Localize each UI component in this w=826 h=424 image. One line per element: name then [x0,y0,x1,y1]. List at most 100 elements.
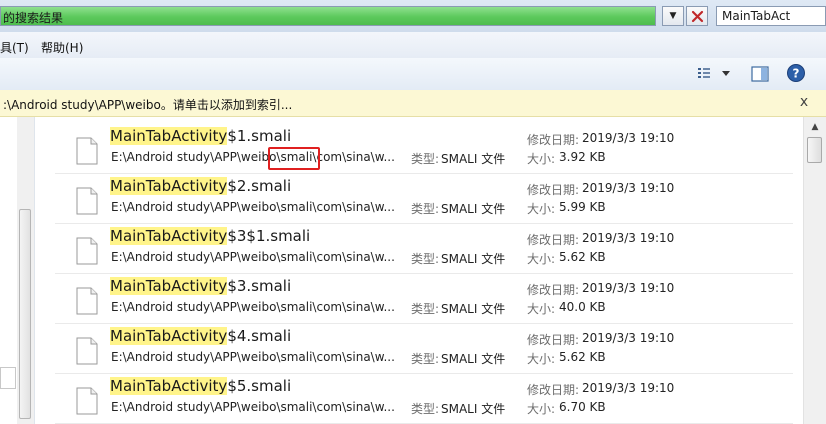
file-type: SMALI 文件 [441,252,506,266]
menu-help[interactable]: 帮助(H) [41,39,83,56]
svg-text:?: ? [793,67,800,81]
file-name-suffix: $3.smali [227,277,292,295]
file-name-suffix: $4.smali [227,327,292,345]
navigation-scroll-thumb[interactable] [19,209,31,419]
blank-file-icon [76,387,98,415]
file-type-label: 类型: [411,152,440,166]
toolbar: ? [0,58,826,91]
modified-date-label: 修改日期: [527,233,580,247]
chevron-down-icon: ▼ [669,11,677,21]
file-type: SMALI 文件 [441,302,506,316]
file-name[interactable]: MainTabActivity$2.smali [110,177,291,195]
file-type: SMALI 文件 [441,352,506,366]
file-name-match: MainTabActivity [110,327,228,345]
blank-file-icon [76,287,98,315]
file-size-label: 大小: [527,352,556,366]
result-row[interactable]: MainTabActivity$3$1.smali E:\Android stud… [55,224,793,274]
navigation-pane [0,117,35,424]
file-name-match: MainTabActivity [110,127,228,145]
search-input-value: MainTabAct [722,9,791,23]
file-name-match: MainTabActivity [110,227,228,245]
file-type: SMALI 文件 [441,402,506,416]
file-type-label: 类型: [411,302,440,316]
result-row[interactable]: MainTabActivity$2.smali E:\Android study\… [55,174,793,224]
navigation-scrollbar[interactable] [17,117,34,424]
blank-file-icon [76,137,98,165]
file-name-suffix: $3$1.smali [227,227,311,245]
result-row[interactable]: MainTabActivity$4.smali E:\Android study\… [55,324,793,374]
annotation-highlight-box [268,147,320,170]
scroll-up-icon[interactable]: ▲ [808,121,822,133]
file-name-suffix: $2.smali [227,177,292,195]
preview-pane-icon [751,66,769,82]
menu-tools[interactable]: 具(T) [0,39,29,56]
address-dropdown-button[interactable]: ▼ [662,6,684,26]
file-name-suffix: $1.smali [227,127,292,145]
result-row[interactable]: MainTabActivity$1.smali E:\Android study\… [55,124,793,174]
search-results-list: MainTabActivity$1.smali E:\Android study\… [35,117,803,424]
file-name-match: MainTabActivity [110,177,228,195]
blank-file-icon [76,337,98,365]
file-path: E:\Android study\APP\weibo\smali\com\sin… [111,250,395,264]
file-size: 5.62 KB [559,350,606,364]
file-name[interactable]: MainTabActivity$5.smali [110,377,291,395]
file-name-suffix: $5.smali [227,377,292,395]
file-size-label: 大小: [527,402,556,416]
file-size-label: 大小: [527,202,556,216]
modified-date: 2019/3/3 19:10 [582,281,675,295]
file-name-match: MainTabActivity [110,277,228,295]
index-info-bar[interactable]: :\Android study\APP\weibo。请单击以添加到索引... x [0,90,826,117]
file-size-label: 大小: [527,152,556,166]
file-type-label: 类型: [411,202,440,216]
file-name[interactable]: MainTabActivity$4.smali [110,327,291,345]
file-name[interactable]: MainTabActivity$3.smali [110,277,291,295]
address-row: 的搜索结果 ▼ MainTabAct [0,0,826,32]
modified-date: 2019/3/3 19:10 [582,331,675,345]
file-type-label: 类型: [411,252,440,266]
file-size: 5.62 KB [559,250,606,264]
stop-search-button[interactable] [686,6,708,26]
result-row[interactable]: MainTabActivity$5.smali E:\Android study\… [55,374,793,424]
results-scrollbar[interactable]: ▲ [803,117,826,424]
menu-bar: 具(T) 帮助(H) [0,32,826,59]
address-bar[interactable]: 的搜索结果 [0,6,656,26]
preview-pane-button[interactable] [750,64,770,84]
file-name[interactable]: MainTabActivity$3$1.smali [110,227,310,245]
file-path: E:\Android study\APP\weibo\smali\com\sin… [111,400,395,414]
file-size: 40.0 KB [559,300,606,314]
modified-date-label: 修改日期: [527,283,580,297]
modified-date: 2019/3/3 19:10 [582,131,675,145]
navigation-item[interactable] [0,367,16,389]
file-size: 3.92 KB [559,150,606,164]
modified-date-label: 修改日期: [527,383,580,397]
modified-date-label: 修改日期: [527,333,580,347]
help-button[interactable]: ? [786,63,806,83]
info-bar-message: :\Android study\APP\weibo。请单击以添加到索引... [3,98,293,112]
modified-date-label: 修改日期: [527,133,580,147]
address-text: 的搜索结果 [3,11,64,25]
result-row[interactable]: MainTabActivity$3.smali E:\Android study\… [55,274,793,324]
view-options-icon [698,68,730,78]
file-path: E:\Android study\APP\weibo\smali\com\sin… [111,350,395,364]
help-icon: ? [787,64,805,82]
file-name-match: MainTabActivity [110,377,228,395]
file-type: SMALI 文件 [441,152,506,166]
view-options-button[interactable] [694,65,734,83]
file-size-label: 大小: [527,252,556,266]
file-type-label: 类型: [411,352,440,366]
modified-date: 2019/3/3 19:10 [582,181,675,195]
red-x-icon [691,10,704,23]
info-bar-close-icon[interactable]: x [797,94,811,110]
file-type: SMALI 文件 [441,202,506,216]
results-scroll-thumb[interactable] [807,137,822,163]
search-input[interactable]: MainTabAct [716,6,826,26]
blank-file-icon [76,187,98,215]
file-name[interactable]: MainTabActivity$1.smali [110,127,291,145]
file-type-label: 类型: [411,402,440,416]
file-size: 5.99 KB [559,200,606,214]
file-size-label: 大小: [527,302,556,316]
modified-date: 2019/3/3 19:10 [582,231,675,245]
file-size: 6.70 KB [559,400,606,414]
blank-file-icon [76,237,98,265]
modified-date-label: 修改日期: [527,183,580,197]
